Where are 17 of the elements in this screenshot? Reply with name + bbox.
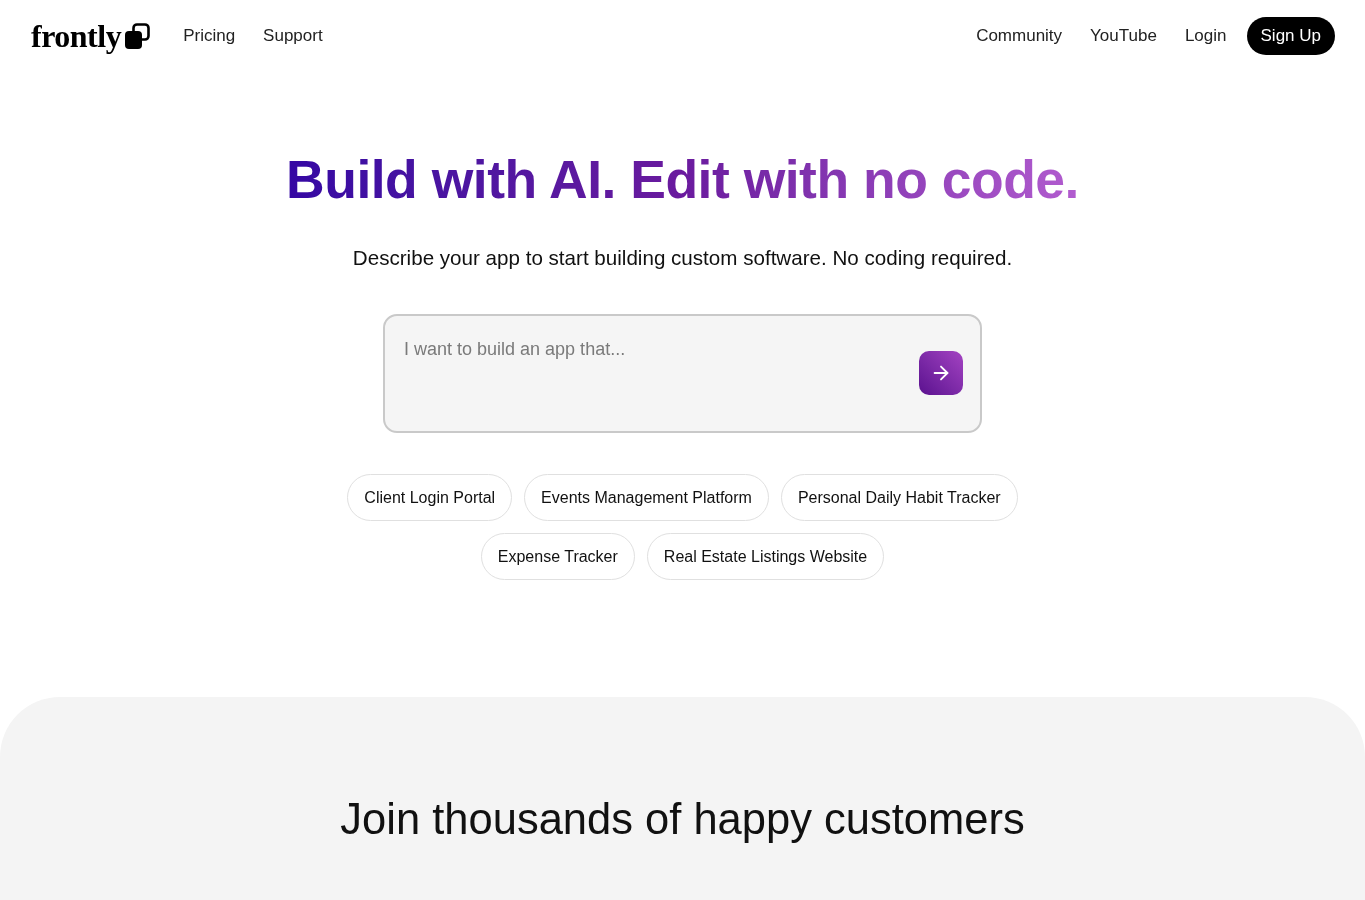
submit-button[interactable] <box>919 351 963 395</box>
suggestion-chip[interactable]: Events Management Platform <box>524 474 769 521</box>
prompt-field[interactable]: I want to build an app that... <box>383 314 982 433</box>
nav-link[interactable]: Pricing <box>183 23 236 49</box>
nav-link[interactable]: Support <box>263 23 323 49</box>
hero-subtitle: Describe your app to start building custom software. No coding required. <box>352 245 1013 271</box>
sign-up-button[interactable]: Sign Up <box>1246 17 1335 55</box>
customers-heading: Join thousands of happy customers <box>340 794 1025 845</box>
suggestion-chip[interactable]: Real Estate Listings Website <box>646 533 885 580</box>
nav-link[interactable]: Login <box>1184 23 1227 49</box>
nav-link[interactable]: Community <box>976 23 1063 49</box>
nav-link[interactable]: YouTube <box>1090 23 1157 49</box>
suggestion-chip[interactable]: Personal Daily Habit Tracker <box>780 474 1018 521</box>
suggestion-chip[interactable]: Client Login Portal <box>347 474 513 521</box>
suggestion-chip[interactable]: Expense Tracker <box>480 533 635 580</box>
logo-icon <box>125 23 151 49</box>
logo-link[interactable]: frontly <box>31 20 151 52</box>
